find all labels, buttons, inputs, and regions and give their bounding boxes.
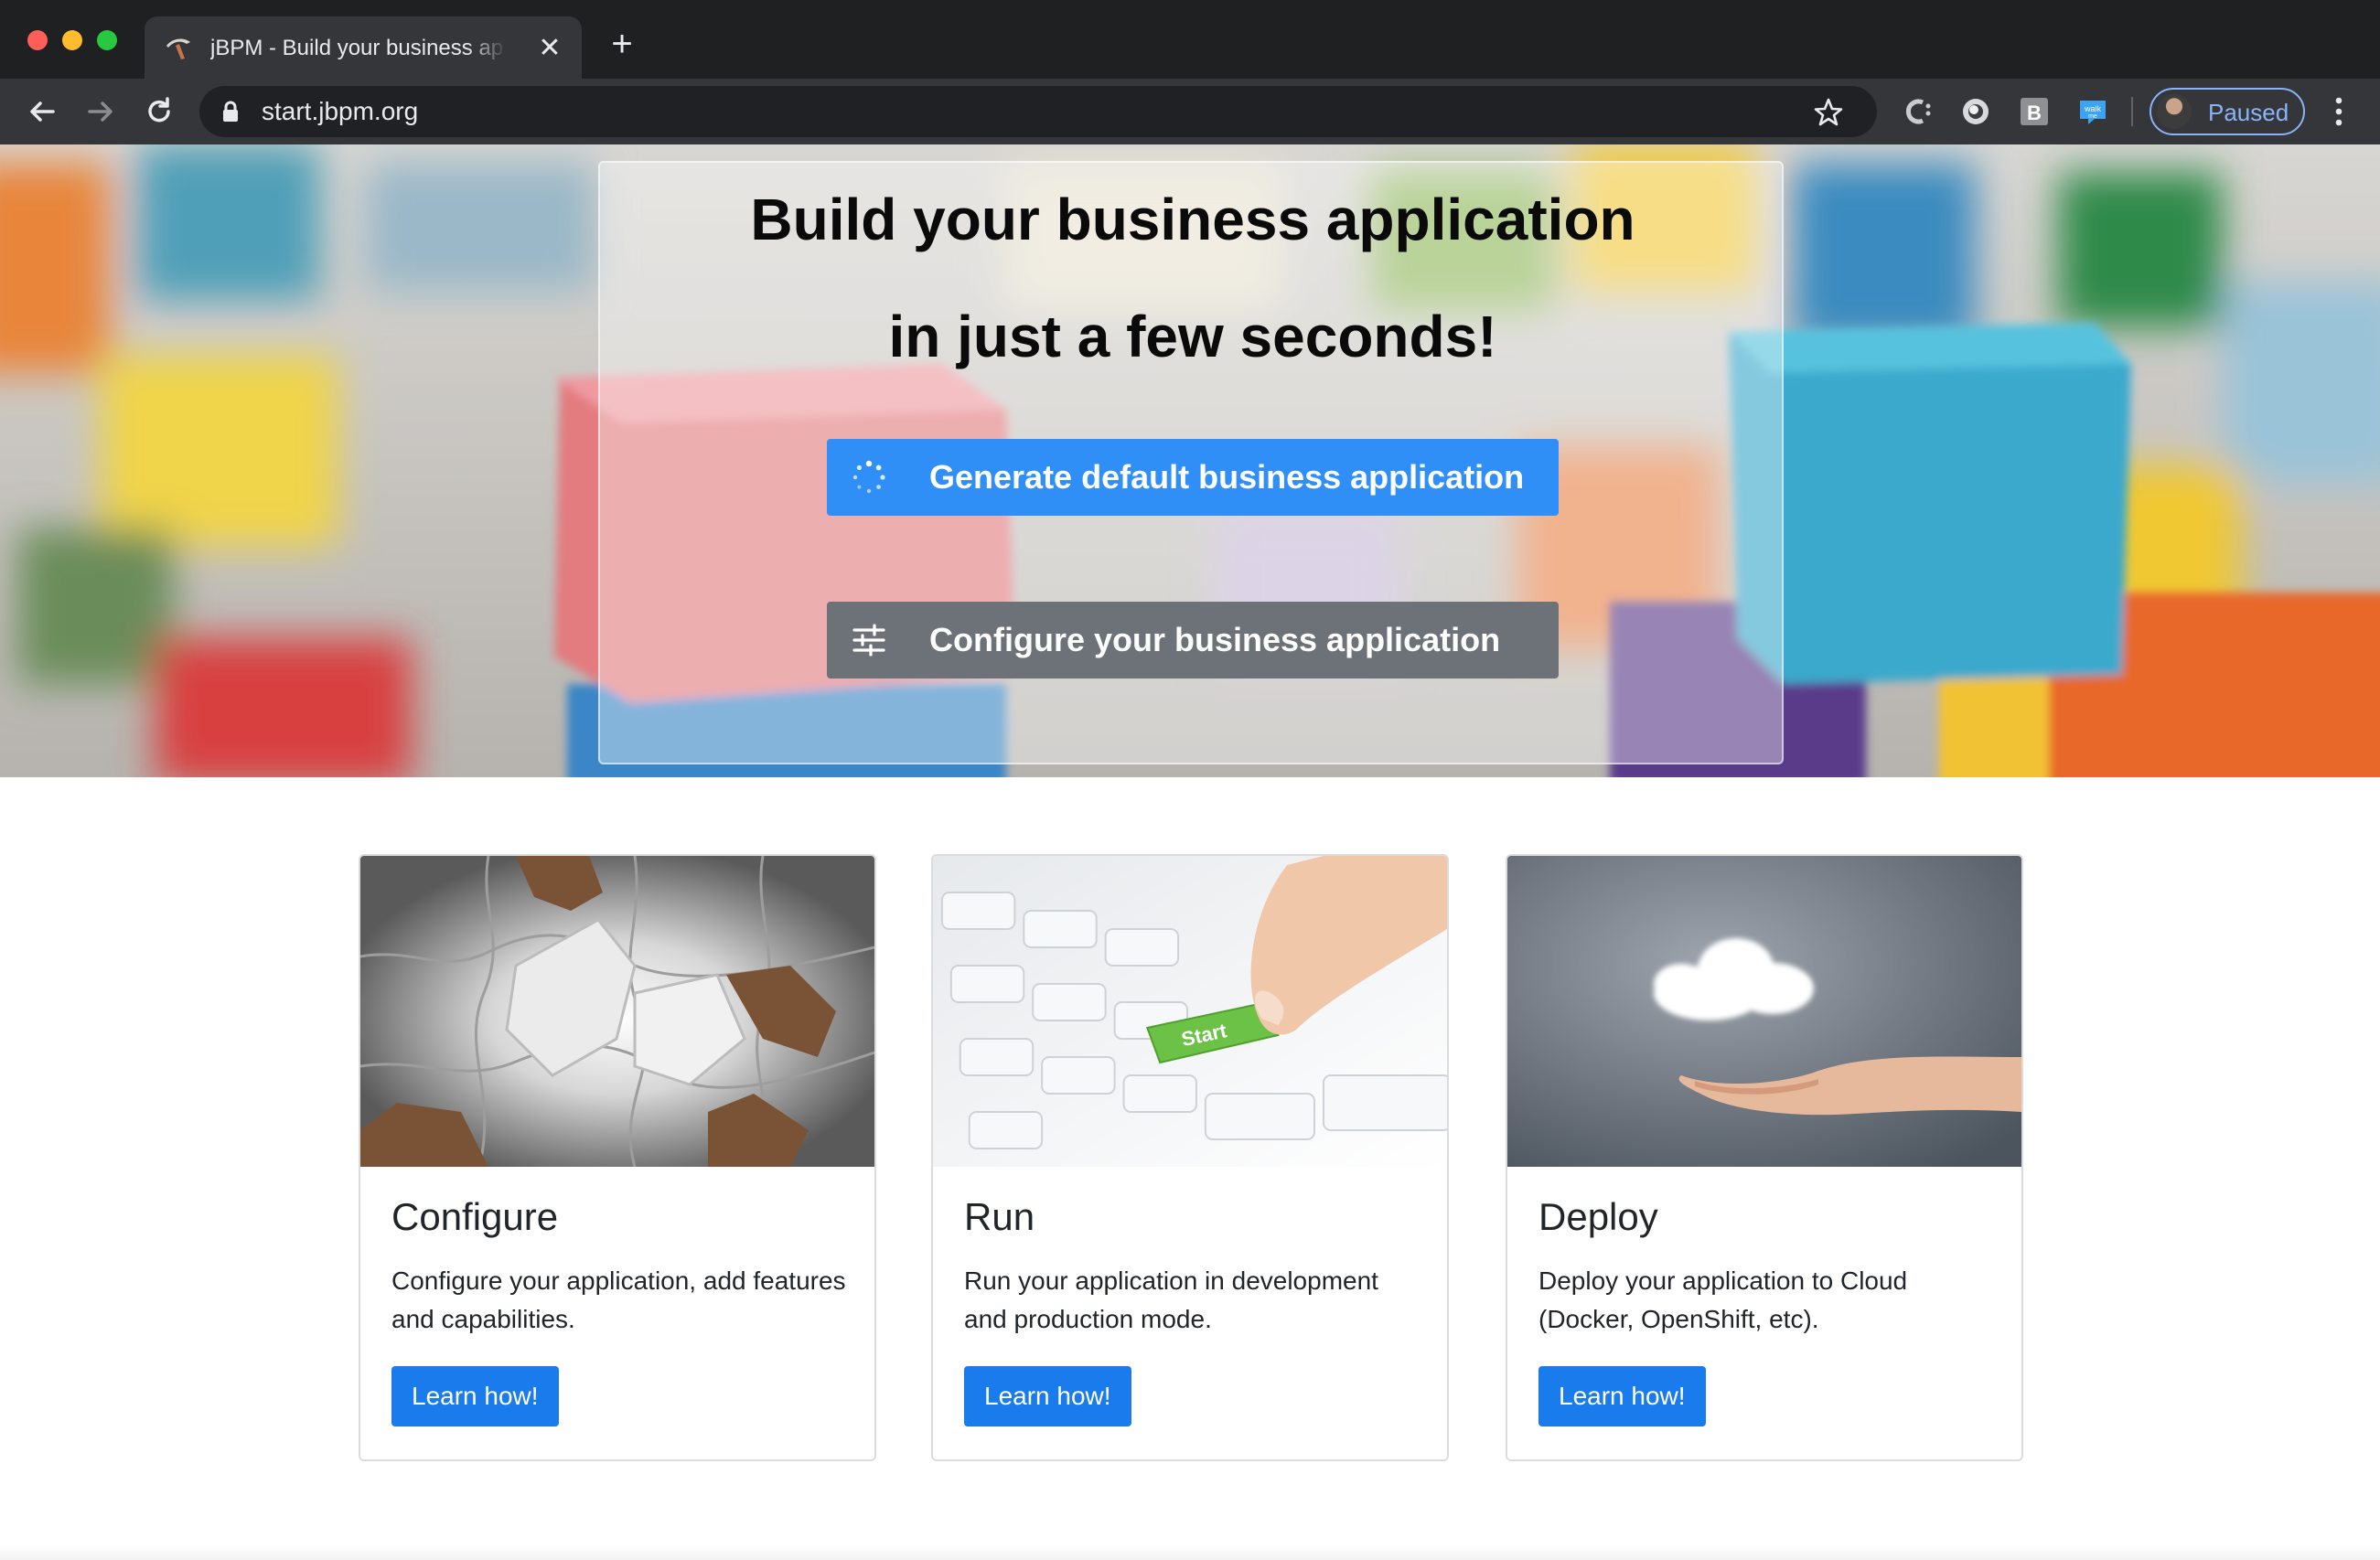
toolbar-divider: [2131, 97, 2133, 126]
tab-strip: jBPM - Build your business application ✕…: [0, 0, 2380, 79]
avatar: [2157, 94, 2192, 129]
card-configure: Configure Configure your application, ad…: [359, 854, 876, 1461]
extension-walkme-icon[interactable]: walk me: [2076, 95, 2109, 128]
lock-icon[interactable]: [221, 101, 240, 123]
card-title: Run: [964, 1195, 1035, 1238]
configure-application-button[interactable]: Configure your business application: [827, 602, 1559, 678]
forward-arrow-icon[interactable]: [82, 93, 119, 130]
puzzle-pieces-image: [360, 856, 874, 1167]
learn-how-button[interactable]: Learn how!: [391, 1366, 559, 1426]
generate-button-label: Generate default business application: [929, 458, 1525, 496]
profile-button[interactable]: Paused: [2150, 88, 2305, 135]
new-tab-button[interactable]: +: [606, 26, 638, 62]
learn-how-button[interactable]: Learn how!: [964, 1366, 1131, 1426]
browser-tab[interactable]: jBPM - Build your business application ✕: [145, 16, 582, 79]
page-footer-edge: [0, 1545, 2380, 1560]
bookmark-star-icon[interactable]: [1813, 97, 1844, 128]
maximize-window-button[interactable]: [97, 30, 117, 50]
jbpm-favicon-icon: [166, 38, 190, 59]
minimize-window-button[interactable]: [62, 30, 82, 50]
svg-text:me: me: [2088, 113, 2097, 120]
card-deploy: Deploy Deploy your application to Cloud …: [1506, 854, 2023, 1461]
close-window-button[interactable]: [27, 30, 48, 50]
tab-title: jBPM - Build your business application: [210, 36, 503, 60]
card-run: Start Run Run your application in develo…: [931, 854, 1449, 1461]
hero-section: Build your business application in just …: [0, 144, 2380, 777]
hero-panel: Build your business application in just …: [598, 161, 1784, 764]
tab-title-fade: [466, 29, 507, 66]
browser-window: jBPM - Build your business application ✕…: [0, 0, 2380, 1560]
start-key-image: Start: [933, 856, 1447, 1167]
svg-text:B: B: [2027, 102, 2042, 124]
hero-title-line1: Build your business application: [750, 187, 1635, 252]
more-menu-icon[interactable]: [2332, 93, 2345, 130]
profile-status-label: Paused: [2208, 99, 2289, 126]
hero-title-line2: in just a few seconds!: [888, 304, 1497, 369]
card-description: Deploy your application to Cloud (Docker…: [1538, 1266, 1908, 1333]
browser-toolbar: start.jbpm.org B walk me Paused: [0, 79, 2380, 144]
close-tab-icon[interactable]: ✕: [536, 35, 563, 62]
sliders-icon: [852, 624, 885, 657]
extension-c-icon[interactable]: [1901, 95, 1934, 128]
card-title: Configure: [391, 1195, 559, 1238]
reload-icon[interactable]: [141, 93, 177, 130]
card-description: Configure your application, add features…: [391, 1266, 846, 1333]
card-title: Deploy: [1538, 1195, 1658, 1238]
configure-button-label: Configure your business application: [929, 621, 1501, 658]
learn-how-button[interactable]: Learn how!: [1538, 1366, 1706, 1426]
url-text[interactable]: start.jbpm.org: [262, 97, 418, 126]
svg-text:walk: walk: [2084, 104, 2102, 113]
extension-circle-icon[interactable]: [1959, 95, 1992, 128]
cloud-in-hand-image: [1507, 856, 2021, 1167]
card-description: Run your application in development and …: [964, 1266, 1378, 1333]
address-bar[interactable]: start.jbpm.org: [199, 86, 1877, 137]
extension-b-icon[interactable]: B: [2018, 95, 2051, 128]
back-arrow-icon[interactable]: [24, 93, 60, 130]
spinner-icon: [852, 460, 885, 494]
generate-default-application-button[interactable]: Generate default business application: [827, 439, 1559, 516]
